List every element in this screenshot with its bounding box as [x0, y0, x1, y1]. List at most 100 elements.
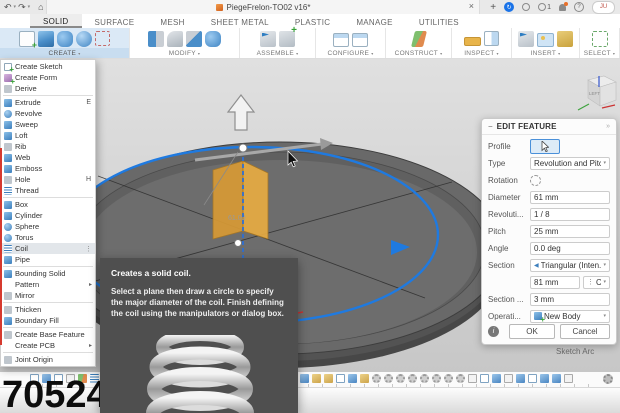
- toolbar-group-label-insert[interactable]: INSERT▾: [512, 48, 579, 58]
- insert-mesh-icon[interactable]: [557, 31, 573, 47]
- timeline-feature-icon[interactable]: [528, 374, 537, 383]
- profile-selector[interactable]: [530, 139, 560, 154]
- menu-item-joint-origin[interactable]: Joint Origin: [1, 354, 95, 365]
- bell-icon[interactable]: [559, 4, 566, 11]
- toolbar-group-label-create[interactable]: CREATE▾: [0, 48, 129, 58]
- press-pull-icon[interactable]: [148, 31, 164, 47]
- menu-item-boundary-fill[interactable]: Boundary Fill: [1, 315, 95, 326]
- redo-dropdown-icon[interactable]: ▾: [28, 4, 31, 10]
- operati-select[interactable]: New Body▾: [530, 310, 610, 323]
- revoluti-input[interactable]: 1 / 8: [530, 208, 610, 221]
- document-tab[interactable]: PiegeFrelon-TO02 v16* ×: [46, 0, 480, 14]
- timeline-feature-icon[interactable]: [564, 374, 573, 383]
- combine-icon[interactable]: [205, 31, 221, 47]
- timeline-feature-icon[interactable]: [516, 374, 525, 383]
- menu-item-rib[interactable]: Rib: [1, 141, 95, 152]
- angle-input[interactable]: 0.0 deg: [530, 242, 610, 255]
- timeline-feature-icon[interactable]: [480, 374, 489, 383]
- timeline-settings-gear-icon[interactable]: [603, 374, 613, 384]
- extensions-icon[interactable]: ↻: [504, 2, 514, 12]
- menu-item-mirror[interactable]: Mirror: [1, 290, 95, 301]
- primitive-sphere-icon[interactable]: [76, 31, 92, 47]
- revolve-icon[interactable]: [57, 31, 73, 47]
- pitch-input[interactable]: 25 mm: [530, 225, 610, 238]
- tab-manage[interactable]: MANAGE: [343, 14, 405, 28]
- new-component-icon[interactable]: [260, 31, 276, 47]
- timeline-feature-icon[interactable]: [552, 374, 561, 383]
- menu-item-revolve[interactable]: Revolve: [1, 108, 95, 119]
- menu-item-coil[interactable]: Coil⋮: [1, 243, 95, 254]
- construction-plane-icon[interactable]: [411, 31, 427, 47]
- section-position-select[interactable]: ⋮Center▾: [583, 276, 610, 289]
- timeline-feature-icon[interactable]: [504, 374, 513, 383]
- undo-dropdown-icon[interactable]: ▾: [14, 4, 17, 10]
- home-icon[interactable]: ⌂: [38, 2, 43, 12]
- configuration-table-icon[interactable]: [352, 33, 368, 47]
- menu-item-thread[interactable]: Thread: [1, 185, 95, 196]
- timeline-feature-icon[interactable]: [312, 374, 321, 383]
- menu-item-loft[interactable]: Loft: [1, 130, 95, 141]
- timeline-feature-icon[interactable]: [348, 374, 357, 383]
- menu-item-create-form[interactable]: Create Form: [1, 72, 95, 83]
- menu-item-emboss[interactable]: Emboss: [1, 163, 95, 174]
- timeline-feature-icon[interactable]: [540, 374, 549, 383]
- timeline-feature-icon[interactable]: [396, 374, 405, 383]
- undo-icon[interactable]: ↶: [4, 3, 12, 12]
- viewcube[interactable]: LEFT: [578, 76, 616, 110]
- extrude-icon[interactable]: [38, 31, 54, 47]
- timeline-feature-icon[interactable]: [444, 374, 453, 383]
- redo-icon[interactable]: ↷: [18, 3, 26, 12]
- configuration-icon[interactable]: [333, 33, 349, 47]
- timeline-feature-icon[interactable]: [408, 374, 417, 383]
- info-icon[interactable]: i: [488, 326, 499, 337]
- tab-utilities[interactable]: UTILITIES: [406, 14, 472, 28]
- select-icon[interactable]: [592, 31, 608, 47]
- timeline-feature-icon[interactable]: [384, 374, 393, 383]
- menu-item-pattern[interactable]: Pattern▸: [1, 279, 95, 290]
- menu-item-extrude[interactable]: ExtrudeE: [1, 97, 95, 108]
- new-tab-icon[interactable]: +: [490, 2, 496, 13]
- menu-item-box[interactable]: Box: [1, 199, 95, 210]
- pattern-icon[interactable]: [95, 31, 110, 46]
- rotation-icon[interactable]: [530, 175, 541, 186]
- fillet-icon[interactable]: [167, 31, 183, 47]
- menu-item-pipe[interactable]: Pipe: [1, 254, 95, 265]
- create-sketch-icon[interactable]: [19, 31, 35, 47]
- shell-icon[interactable]: [186, 31, 202, 47]
- timeline-feature-icon[interactable]: [300, 374, 309, 383]
- close-tab-icon[interactable]: ×: [469, 1, 474, 11]
- dialog-grip-icon[interactable]: »: [606, 123, 610, 130]
- menu-item-thicken[interactable]: Thicken: [1, 304, 95, 315]
- timeline-feature-icon[interactable]: [324, 374, 333, 383]
- type-select[interactable]: Revolution and Pitch▾: [530, 157, 610, 170]
- coil-section-left-face[interactable]: [213, 161, 243, 239]
- collapse-icon[interactable]: −: [488, 122, 493, 131]
- section-analysis-icon[interactable]: [484, 31, 499, 46]
- timeline-feature-icon[interactable]: [492, 374, 501, 383]
- menu-item-bounding-solid[interactable]: Bounding Solid: [1, 268, 95, 279]
- coil-section-right-face[interactable]: [243, 161, 268, 239]
- avatar[interactable]: JU: [592, 1, 615, 14]
- toolbar-group-label-modify[interactable]: MODIFY▾: [130, 48, 239, 58]
- tab-mesh[interactable]: MESH: [147, 14, 197, 28]
- menu-item-web[interactable]: Web: [1, 152, 95, 163]
- timeline-feature-icon[interactable]: [336, 374, 345, 383]
- canvas-icon[interactable]: [537, 33, 554, 47]
- menu-item-torus[interactable]: Torus: [1, 232, 95, 243]
- timeline-feature-icon[interactable]: [360, 374, 369, 383]
- section-input[interactable]: 3 mm: [530, 293, 610, 306]
- toolbar-group-label-inspect[interactable]: INSPECT▾: [452, 48, 511, 58]
- joint-icon[interactable]: [279, 31, 295, 47]
- toolbar-group-label-select[interactable]: SELECT▾: [580, 48, 619, 58]
- dialog-header[interactable]: − EDIT FEATURE »: [482, 119, 616, 135]
- overflow-dots-icon[interactable]: ⋮: [85, 245, 92, 253]
- top-point-manipulator[interactable]: [239, 144, 247, 152]
- ok-button[interactable]: OK: [509, 324, 555, 339]
- menu-item-hole[interactable]: HoleH: [1, 174, 95, 185]
- timeline-feature-icon[interactable]: [432, 374, 441, 383]
- measure-icon[interactable]: [464, 37, 481, 46]
- menu-item-sphere[interactable]: Sphere: [1, 221, 95, 232]
- insert-derive-icon[interactable]: [518, 31, 534, 47]
- toolbar-group-label-configure[interactable]: CONFIGURE▾: [316, 48, 385, 58]
- timeline-feature-icon[interactable]: [456, 374, 465, 383]
